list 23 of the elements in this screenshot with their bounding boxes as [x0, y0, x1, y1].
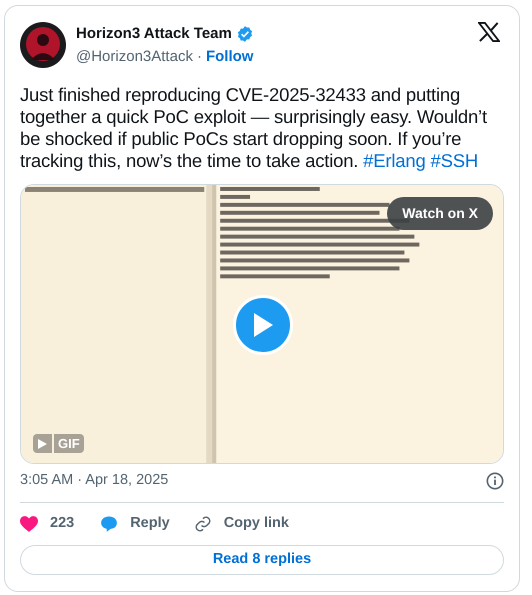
copy-link-button[interactable]: Copy link	[194, 512, 289, 534]
like-button[interactable]: 223	[20, 512, 74, 534]
post-text: Just finished reproducing CVE-2025-32433 and putting together a quick PoC exploit — surprisingly easy. Wouldn’t be shocked if public PoCs start dropping soon. If you’re tracking this, now’s the time to take action. #Erlang #SSH	[20, 84, 488, 172]
video-player[interactable]: Watch on X GIF	[20, 184, 504, 464]
timestamp[interactable]: 3:05 AM · Apr 18, 2025	[20, 470, 168, 492]
play-icon	[252, 312, 274, 338]
avatar-icon	[20, 22, 66, 68]
x-logo-icon[interactable]	[478, 22, 500, 42]
play-icon	[38, 438, 47, 448]
author-name[interactable]: Horizon3 Attack Team	[76, 23, 232, 46]
separator-dot: ·	[196, 46, 202, 66]
heart-icon	[20, 516, 38, 532]
author-handle[interactable]: @Horizon3Attack	[76, 46, 193, 68]
info-icon[interactable]	[486, 472, 504, 490]
read-replies-button[interactable]: Read 8 replies	[20, 544, 504, 574]
watch-on-x-button[interactable]: Watch on X	[387, 197, 493, 230]
link-icon	[194, 514, 212, 533]
speech-bubble-icon	[100, 514, 118, 533]
gif-badge: GIF	[54, 434, 84, 453]
hashtag-link[interactable]: #SSH	[430, 150, 478, 171]
follow-link[interactable]: Follow	[206, 46, 254, 68]
reply-button[interactable]: Reply	[100, 512, 170, 534]
hashtag-link[interactable]: #Erlang	[363, 150, 426, 171]
